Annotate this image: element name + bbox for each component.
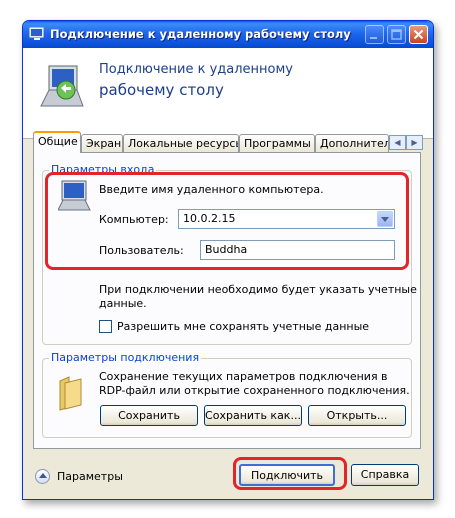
- help-button[interactable]: Справка: [351, 464, 419, 486]
- minimize-button[interactable]: [365, 25, 384, 44]
- tab-strip: Общие Экран Локальные ресурсы Программы …: [33, 131, 423, 153]
- options-toggle-icon[interactable]: [35, 469, 50, 484]
- computer-icon: [58, 180, 91, 211]
- connection-settings-group: Параметры подключения Сохранение текущих…: [42, 351, 412, 438]
- connection-description-line2: RDP-файл или открытие сохраненного подкл…: [99, 384, 410, 397]
- connection-description-line1: Сохранение текущих параметров подключени…: [99, 370, 388, 383]
- connect-button[interactable]: Подключить: [239, 464, 335, 486]
- maximize-button[interactable]: [387, 25, 406, 44]
- options-label[interactable]: Параметры: [57, 470, 123, 483]
- open-button[interactable]: Открыть...: [308, 405, 406, 426]
- save-as-button[interactable]: Сохранить как...: [204, 405, 302, 426]
- tab-scroll-right-button[interactable]: ▶: [406, 135, 423, 150]
- user-value: Buddha: [205, 243, 248, 256]
- tab-general[interactable]: Общие: [33, 131, 81, 153]
- user-field[interactable]: Buddha: [200, 240, 395, 260]
- tab-advanced[interactable]: Дополнительно: [315, 134, 389, 152]
- dialog-header: Подключение к удаленному рабочему столу: [23, 48, 433, 139]
- arrow-left-icon: ◀: [394, 138, 401, 147]
- user-label: Пользователь:: [99, 244, 184, 257]
- login-settings-label: Параметры входа: [49, 163, 157, 176]
- tab-display[interactable]: Экран: [81, 134, 123, 152]
- save-credentials-checkbox[interactable]: [99, 320, 112, 333]
- minimize-icon: [370, 37, 377, 39]
- rdp-window: Подключение к удаленному рабочему столу …: [22, 20, 434, 500]
- tab-programs[interactable]: Программы: [239, 134, 315, 152]
- arrow-right-icon: ▶: [411, 138, 418, 147]
- login-settings-group: Параметры входа Введите имя удаленного к…: [42, 163, 417, 345]
- header-title-line1: Подключение к удаленному: [99, 62, 293, 77]
- maximize-icon: [391, 29, 402, 40]
- remote-desktop-icon: [29, 27, 44, 40]
- window-title: Подключение к удаленному рабочему столу: [50, 27, 351, 41]
- tab-panel-general: Параметры входа Введите имя удаленного к…: [33, 152, 421, 449]
- save-button[interactable]: Сохранить: [100, 405, 198, 426]
- chevron-down-icon[interactable]: [377, 211, 393, 227]
- computer-label: Компьютер:: [99, 213, 169, 226]
- computer-combobox[interactable]: 10.0.2.15: [178, 209, 395, 229]
- remote-desktop-monitor-icon: [40, 65, 84, 107]
- save-credentials-label[interactable]: Разрешить мне сохранять учетные данные: [117, 320, 369, 333]
- folder-icon: [59, 376, 82, 411]
- tab-local-resources[interactable]: Локальные ресурсы: [123, 134, 239, 152]
- header-title-line2: рабочему столу: [99, 81, 224, 99]
- close-button[interactable]: [409, 25, 428, 44]
- computer-prompt-text: Введите имя удаленного компьютера.: [99, 183, 324, 196]
- computer-value: 10.0.2.15: [183, 212, 236, 225]
- credentials-note-line2: данные.: [99, 297, 147, 310]
- tab-scroll-left-button[interactable]: ◀: [389, 135, 406, 150]
- credentials-note: При подключении необходимо будет указать…: [99, 283, 417, 296]
- close-icon: [413, 29, 424, 40]
- title-bar[interactable]: Подключение к удаленному рабочему столу: [23, 21, 433, 48]
- connection-settings-label: Параметры подключения: [49, 351, 202, 364]
